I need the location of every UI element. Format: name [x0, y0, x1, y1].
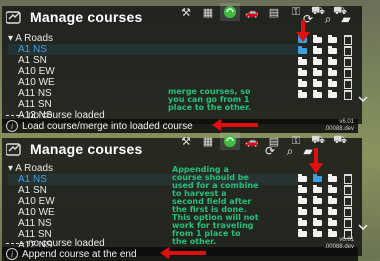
load-folder-icon[interactable]: [296, 174, 309, 184]
merge-icon[interactable]: [311, 196, 324, 206]
append-icon[interactable]: [326, 174, 339, 184]
panel-title: Manage courses: [30, 141, 143, 157]
merge-icon[interactable]: [311, 35, 324, 45]
search-icon[interactable]: ⌕: [280, 142, 300, 160]
red-arrow-annotation: [296, 20, 310, 42]
append-icon[interactable]: [326, 207, 339, 217]
panel-title: Manage courses: [30, 9, 143, 25]
info-icon: i: [6, 248, 18, 260]
tooltip-text: Append course at the end: [22, 248, 137, 260]
load-folder-icon[interactable]: [296, 90, 309, 100]
trash-icon[interactable]: [341, 218, 354, 228]
trash-icon[interactable]: [341, 46, 354, 56]
trash-icon[interactable]: [341, 196, 354, 206]
trash-icon[interactable]: [341, 185, 354, 195]
load-folder-icon[interactable]: [296, 57, 309, 67]
hammer-icon[interactable]: ⚒: [176, 132, 196, 150]
list-item[interactable]: A11 SN: [8, 99, 298, 110]
merge-icon[interactable]: [311, 90, 324, 100]
merge-icon[interactable]: [311, 68, 324, 78]
dashed-line-icon: [6, 243, 24, 244]
append-icon[interactable]: [326, 185, 339, 195]
merge-icon[interactable]: [311, 46, 324, 56]
append-icon[interactable]: [326, 218, 339, 228]
row-actions-2: [296, 174, 356, 240]
tooltip-text: Load course/merge into loaded course: [22, 120, 193, 132]
trash-icon[interactable]: [341, 207, 354, 217]
courseplay-icon: [6, 11, 21, 24]
list-item[interactable]: A1 NS: [8, 44, 298, 55]
recycle-icon: [224, 6, 236, 18]
recycle-icon: [224, 135, 236, 147]
trash-icon[interactable]: [341, 90, 354, 100]
append-icon[interactable]: [326, 68, 339, 78]
load-folder-icon[interactable]: [296, 218, 309, 228]
info-icon: i: [6, 120, 18, 132]
load-folder-icon[interactable]: [296, 46, 309, 56]
load-folder-icon[interactable]: [296, 229, 309, 239]
panel-1-actions: ⟳ ⌕ ▰: [260, 10, 370, 28]
version-label: v6.01 .00088.dev: [324, 237, 354, 250]
load-folder-icon[interactable]: [296, 207, 309, 217]
trash-icon[interactable]: [341, 35, 354, 45]
scroll-down-icon[interactable]: [358, 96, 368, 102]
red-arrow-annotation: [309, 148, 323, 174]
reload-icon[interactable]: ⟳: [260, 142, 280, 160]
list-item[interactable]: A10 WE: [8, 77, 298, 88]
hammer-icon[interactable]: ⚒: [176, 3, 196, 21]
append-annotation: Appending a course should be used for a …: [172, 165, 259, 246]
merge-icon[interactable]: [311, 174, 324, 184]
load-folder-icon[interactable]: [296, 79, 309, 89]
merge-annotation: merge courses, so you can go from 1 plac…: [168, 87, 251, 112]
merge-icon[interactable]: [311, 218, 324, 228]
load-folder-icon[interactable]: [296, 68, 309, 78]
list-item[interactable]: ▾ A Roads: [8, 33, 298, 44]
manage-courses-tab[interactable]: [220, 132, 240, 150]
trash-icon[interactable]: [341, 174, 354, 184]
grid-icon[interactable]: ▦: [198, 132, 218, 150]
car-icon[interactable]: 🚗: [242, 3, 262, 21]
append-icon[interactable]: [326, 90, 339, 100]
load-folder-icon[interactable]: [296, 185, 309, 195]
trash-icon[interactable]: [341, 57, 354, 67]
search-icon[interactable]: ⌕: [318, 10, 338, 28]
load-folder-icon[interactable]: [296, 196, 309, 206]
row-actions-1: [296, 35, 356, 101]
red-arrow-annotation: [212, 119, 258, 131]
scroll-down-icon[interactable]: [358, 224, 368, 230]
merge-icon[interactable]: [311, 185, 324, 195]
car-icon[interactable]: 🚗: [242, 132, 262, 150]
merge-icon[interactable]: [311, 229, 324, 239]
new-folder-icon[interactable]: ▰: [336, 10, 356, 28]
course-list-1: ▾ A Roads A1 NS A1 SN A10 EW A10 WE A11 …: [8, 33, 298, 121]
merge-icon[interactable]: [311, 57, 324, 67]
append-icon[interactable]: [326, 57, 339, 67]
merge-icon[interactable]: [311, 207, 324, 217]
manage-courses-tab[interactable]: [220, 3, 240, 21]
append-icon[interactable]: [326, 79, 339, 89]
append-icon[interactable]: [326, 46, 339, 56]
courseplay-icon: [6, 143, 21, 156]
list-item[interactable]: A1 SN: [8, 55, 298, 66]
trash-icon[interactable]: [341, 68, 354, 78]
merge-icon[interactable]: [311, 79, 324, 89]
append-icon[interactable]: [326, 35, 339, 45]
grid-icon[interactable]: ▦: [198, 3, 218, 21]
list-item[interactable]: A10 EW: [8, 66, 298, 77]
dashed-line-icon: [6, 115, 24, 116]
append-icon[interactable]: [326, 196, 339, 206]
trash-icon[interactable]: [341, 79, 354, 89]
list-item[interactable]: A11 NS: [8, 88, 298, 99]
red-arrow-annotation: [160, 247, 206, 259]
